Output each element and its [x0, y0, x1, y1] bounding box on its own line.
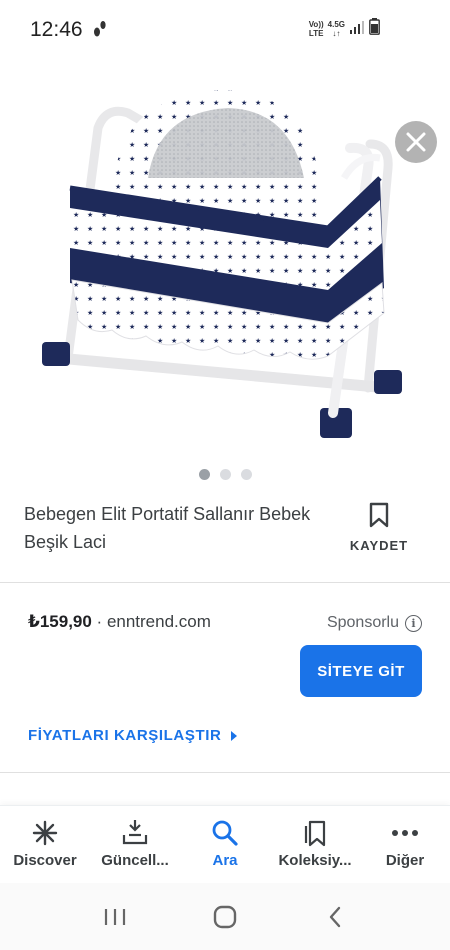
product-image-gallery[interactable]: ★: [0, 58, 450, 458]
close-button[interactable]: [395, 121, 437, 163]
status-time: 12:46: [30, 18, 83, 41]
battery-icon: [369, 18, 380, 40]
volte-indicator: Vo)) LTE: [308, 20, 324, 38]
back-button[interactable]: [310, 892, 360, 942]
nav-collections[interactable]: Koleksiy...: [270, 806, 360, 883]
home-button[interactable]: [200, 892, 250, 942]
save-button[interactable]: KAYDET: [342, 502, 416, 553]
updates-icon: [120, 818, 150, 848]
home-icon: [213, 905, 237, 928]
info-icon[interactable]: i: [405, 614, 422, 632]
nav-label: Diğer: [385, 852, 425, 869]
pager-dot[interactable]: [219, 469, 231, 480]
chevron-right-icon: [231, 730, 238, 741]
divider: [0, 582, 450, 583]
recent-apps-button[interactable]: [90, 892, 140, 942]
status-indicators: Vo)) LTE 4.5G ↓↑: [309, 18, 380, 40]
status-bar: 12:46 Vo)) LTE 4.5G ↓↑: [0, 0, 450, 58]
step-counter-icon: [92, 20, 108, 43]
sponsored-label[interactable]: Sponsorlu i: [327, 614, 422, 632]
bassinet-product-image: ★: [28, 68, 422, 448]
save-label: KAYDET: [349, 538, 409, 553]
bookmark-icon: [369, 502, 389, 528]
recent-apps-icon: [104, 908, 126, 925]
seller-name: enntrend.com: [106, 612, 211, 631]
collections-icon: [302, 818, 328, 848]
signal-icon: [349, 20, 365, 39]
asterisk-icon: [32, 818, 58, 848]
compare-prices-label: FİYATLARI KARŞILAŞTIR: [28, 727, 222, 744]
close-icon: [406, 132, 426, 152]
pager-dot[interactable]: [240, 469, 252, 480]
nav-discover[interactable]: Discover: [0, 806, 90, 883]
network-type-indicator: 4.5G ↓↑: [327, 20, 345, 38]
nav-more[interactable]: Diğer: [360, 806, 450, 883]
compare-prices-link[interactable]: FİYATLARI KARŞILAŞTIR: [28, 727, 238, 744]
offer-separator: ·: [91, 612, 107, 631]
bottom-navigation: Discover Güncell... Ara Koleksiy... Diğe…: [0, 805, 450, 883]
product-title: Bebegen Elit Portatif Sallanır Bebek Beş…: [24, 504, 311, 552]
search-icon: [211, 818, 239, 848]
nav-updates[interactable]: Güncell...: [90, 806, 180, 883]
system-navigation-bar: [0, 883, 450, 950]
offer-line: ₺159,90 · enntrend.com: [28, 612, 211, 632]
nav-label: Güncell...: [101, 852, 169, 869]
nav-label: Koleksiy...: [278, 852, 352, 869]
sponsored-text: Sponsorlu: [326, 614, 399, 631]
back-chevron-icon: [329, 906, 341, 927]
visit-site-button[interactable]: SİTEYE GİT: [300, 645, 422, 697]
divider: [0, 772, 450, 773]
more-icon: [391, 818, 419, 848]
nav-label: Ara: [212, 852, 238, 869]
image-pager[interactable]: [0, 469, 450, 480]
nav-search[interactable]: Ara: [180, 806, 270, 883]
pager-dot[interactable]: [198, 469, 210, 480]
price: ₺159,90: [28, 612, 92, 631]
nav-label: Discover: [13, 852, 77, 869]
